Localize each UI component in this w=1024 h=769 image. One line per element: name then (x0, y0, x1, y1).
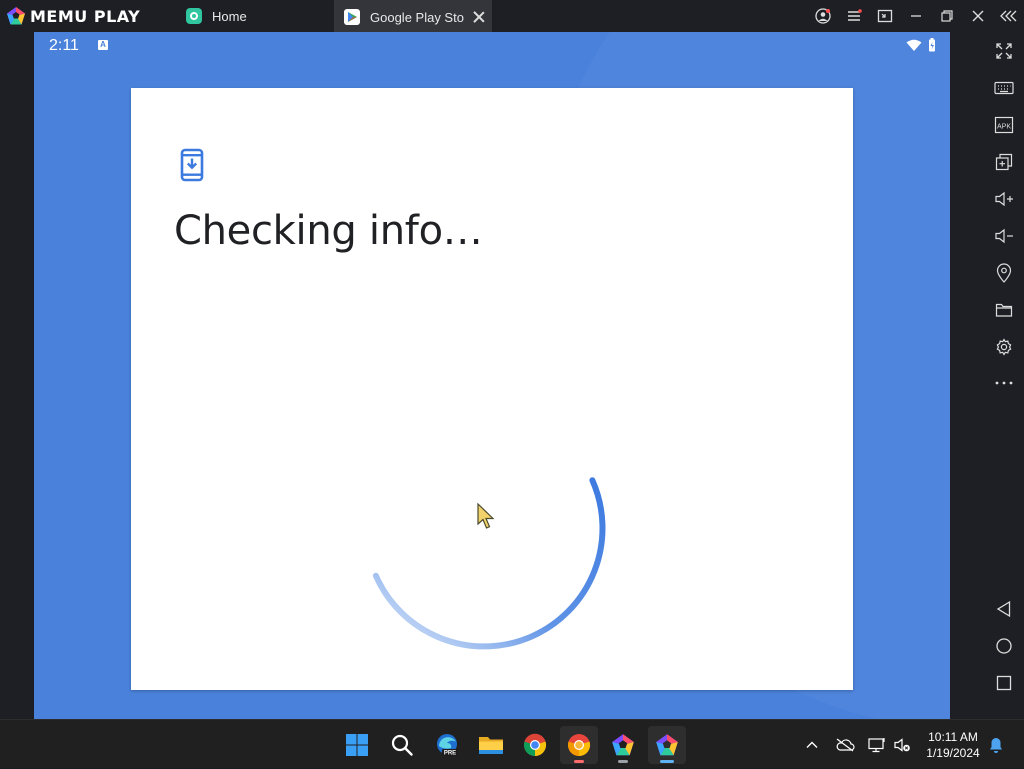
account-icon[interactable] (807, 0, 838, 32)
chrome-canary-icon[interactable] (560, 726, 598, 764)
mouse-cursor (476, 502, 498, 537)
multi-instance-icon[interactable] (993, 151, 1015, 173)
status-icons (906, 38, 936, 57)
more-icon[interactable] (993, 372, 1015, 394)
battery-icon (928, 38, 936, 57)
title-bar: MEMU PLAY Home Google Play Store (0, 0, 1024, 32)
status-time: 2:11 (49, 37, 79, 54)
android-screen: 2:11 A Checking info… (34, 32, 950, 719)
start-icon[interactable] (338, 726, 376, 764)
memu-logo: MEMU PLAY (6, 6, 140, 26)
keyboard-icon[interactable] (993, 77, 1015, 99)
memu-logo-icon (6, 6, 26, 26)
tab-home-label: Home (212, 8, 247, 24)
tab-google-play-store[interactable]: Google Play Store (334, 0, 492, 32)
loading-spinner (362, 408, 622, 673)
right-frame (950, 32, 985, 719)
cloud-offline-icon[interactable] (835, 720, 855, 769)
file-explorer-icon[interactable] (472, 726, 510, 764)
memu-home-icon (186, 8, 202, 24)
running-indicator (660, 760, 674, 763)
network-icon[interactable] (867, 720, 887, 769)
left-frame (0, 32, 34, 719)
fullscreen-icon[interactable] (993, 40, 1015, 62)
apk-icon[interactable]: APK (993, 114, 1015, 136)
brand-name: MEMU PLAY (30, 6, 141, 26)
edge-beta-icon[interactable]: PRE (428, 726, 466, 764)
restore-icon[interactable] (931, 0, 962, 32)
collapse-sidebar-icon[interactable] (993, 0, 1024, 32)
phone-download-icon (179, 148, 205, 187)
edge-badge: PRE (444, 751, 456, 757)
back-icon[interactable] (993, 598, 1015, 620)
location-icon[interactable] (993, 262, 1015, 284)
settings-icon[interactable] (993, 336, 1015, 358)
folder-icon[interactable] (993, 299, 1015, 321)
emulator-sidebar: APK (985, 32, 1024, 719)
chrome-icon[interactable] (516, 726, 554, 764)
clock-time: 10:11 AM (928, 730, 978, 744)
taskbar-clock[interactable]: 10:11 AM 1/19/2024 (918, 729, 988, 761)
search-icon[interactable] (383, 726, 421, 764)
notification-bell-icon[interactable] (988, 720, 1004, 769)
tab-play-label: Google Play Store (370, 9, 464, 25)
dialog-title: Checking info… (174, 208, 483, 254)
menu-icon[interactable] (838, 0, 869, 32)
close-icon[interactable] (962, 0, 993, 32)
home-icon[interactable] (993, 635, 1015, 657)
volume-muted-icon[interactable] (893, 720, 911, 769)
memu-multi-icon[interactable] (604, 726, 642, 764)
apk-label: APK (997, 124, 1011, 131)
recents-icon[interactable] (993, 672, 1015, 694)
minimize-icon[interactable] (900, 0, 931, 32)
play-store-icon (344, 9, 360, 25)
running-indicator (618, 760, 628, 763)
running-indicator (574, 760, 584, 763)
memu-play-icon[interactable] (648, 726, 686, 764)
volume-down-icon[interactable] (993, 225, 1015, 247)
checking-info-dialog: Checking info… (131, 88, 853, 690)
window-controls (807, 0, 1024, 32)
android-status-bar: 2:11 A (34, 32, 950, 58)
show-hidden-icons[interactable] (804, 720, 820, 769)
clock-date: 1/19/2024 (926, 746, 980, 760)
tab-home[interactable]: Home (182, 0, 332, 32)
windows-taskbar: PRE 10:11 AM 1/19/2024 (0, 719, 1024, 768)
tab-close-icon[interactable] (472, 10, 486, 24)
screen-mode-icon[interactable] (869, 0, 900, 32)
wifi-icon (906, 39, 922, 57)
notification-a-icon: A (98, 40, 108, 50)
volume-up-icon[interactable] (993, 188, 1015, 210)
